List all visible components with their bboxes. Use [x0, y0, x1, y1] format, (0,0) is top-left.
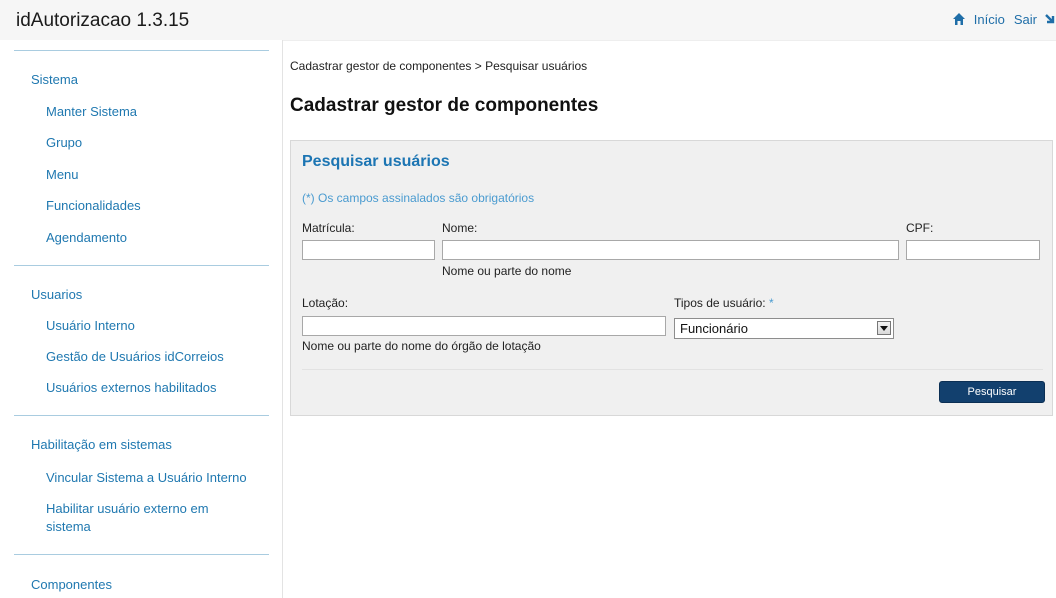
sidebar-item-agendamento[interactable]: Agendamento: [46, 229, 127, 247]
pesquisar-button[interactable]: Pesquisar: [939, 381, 1045, 403]
sidebar-item-menu[interactable]: Menu: [46, 166, 79, 184]
search-panel: Pesquisar usuários (*) Os campos assinal…: [290, 140, 1053, 416]
nome-label: Nome:: [442, 221, 478, 235]
tipo-usuario-label: Tipos de usuário: *: [674, 296, 774, 310]
matricula-input[interactable]: [302, 240, 435, 260]
panel-title: Pesquisar usuários: [302, 153, 450, 170]
sidebar-section-usuarios[interactable]: Usuarios: [31, 287, 82, 302]
sidebar-item-usuario-interno[interactable]: Usuário Interno: [46, 317, 135, 335]
sidebar-section-habilitacao[interactable]: Habilitação em sistemas: [31, 437, 172, 452]
sidebar-section-sistema[interactable]: Sistema: [31, 72, 78, 87]
breadcrumb: Cadastrar gestor de componentes > Pesqui…: [290, 59, 588, 73]
sidebar-item-gestao-usuarios[interactable]: Gestão de Usuários idCorreios: [46, 348, 224, 366]
cpf-label: CPF:: [906, 221, 934, 235]
home-icon[interactable]: [952, 12, 966, 26]
required-asterisk: *: [768, 296, 774, 310]
chevron-down-icon[interactable]: [877, 321, 891, 335]
nome-input[interactable]: [442, 240, 899, 260]
top-links: Início Sair: [952, 9, 1056, 29]
sair-link[interactable]: Sair: [1014, 12, 1037, 27]
sidebar-item-vincular-sistema[interactable]: Vincular Sistema a Usuário Interno: [46, 469, 247, 487]
nome-hint: Nome ou parte do nome: [442, 264, 572, 278]
sidebar-section-componentes[interactable]: Componentes: [31, 577, 112, 592]
lotacao-label: Lotação:: [302, 296, 349, 310]
inicio-link[interactable]: Início: [974, 12, 1005, 27]
matricula-label: Matrícula:: [302, 221, 355, 235]
sidebar-divider: [14, 554, 269, 555]
tipo-usuario-select[interactable]: Funcionário: [674, 318, 894, 339]
page-title: Cadastrar gestor de componentes: [290, 95, 599, 116]
sidebar-divider: [14, 50, 269, 51]
lotacao-hint: Nome ou parte do nome do órgão de lotaçã…: [302, 339, 541, 353]
sidebar: Sistema Manter Sistema Grupo Menu Funcio…: [0, 40, 283, 598]
sidebar-item-usuarios-externos[interactable]: Usuários externos habilitados: [46, 379, 217, 397]
required-fields-note: (*) Os campos assinalados são obrigatóri…: [302, 191, 535, 205]
tipo-usuario-label-text: Tipos de usuário:: [674, 296, 766, 310]
lotacao-input[interactable]: [302, 316, 666, 336]
cpf-input[interactable]: [906, 240, 1040, 260]
exit-arrow-icon[interactable]: [1044, 13, 1056, 25]
sidebar-item-funcionalidades[interactable]: Funcionalidades: [46, 197, 141, 215]
sidebar-item-manter-sistema[interactable]: Manter Sistema: [46, 103, 137, 121]
top-header: idAutorizacao 1.3.15 Início Sair: [0, 0, 1056, 41]
main-content: Cadastrar gestor de componentes > Pesqui…: [290, 40, 1056, 598]
sidebar-item-habilitar-usuario-externo[interactable]: Habilitar usuário externo em sistema: [46, 500, 236, 536]
app-title: idAutorizacao 1.3.15: [16, 10, 190, 31]
sidebar-item-grupo[interactable]: Grupo: [46, 134, 82, 152]
panel-divider: [302, 369, 1043, 370]
sidebar-divider: [14, 265, 269, 266]
sidebar-divider: [14, 415, 269, 416]
tipo-usuario-selected-value: Funcionário: [680, 321, 748, 336]
